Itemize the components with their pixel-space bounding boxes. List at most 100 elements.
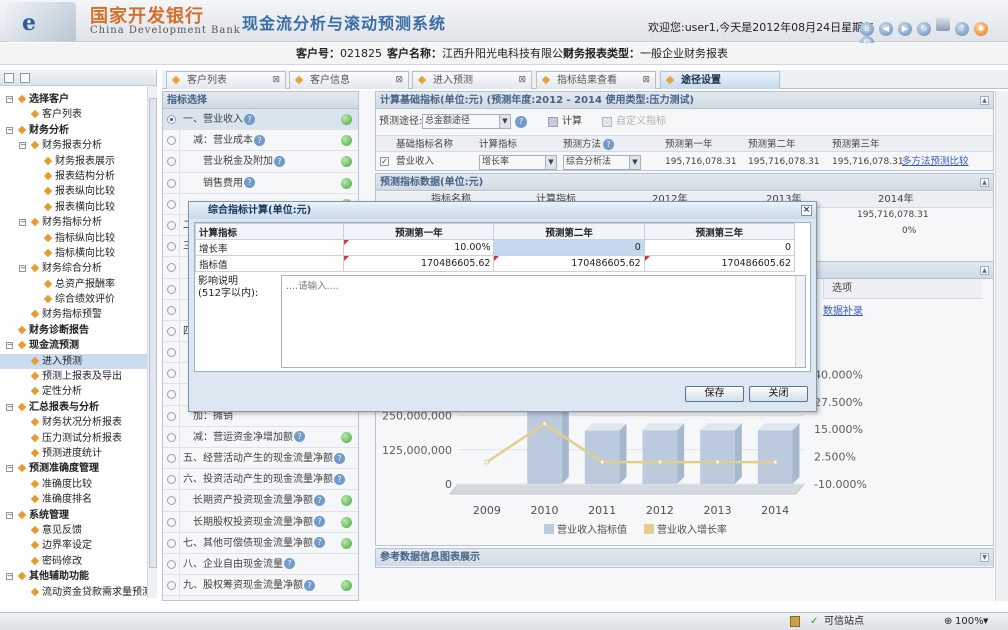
- nav-item-label: 汇总报表与分析: [29, 401, 99, 413]
- nav-item[interactable]: 压力测试分析报表: [0, 431, 156, 446]
- nav-item[interactable]: 预测进度统计: [0, 446, 156, 461]
- nav-item-label: 财务诊断报告: [29, 324, 89, 336]
- nav-item[interactable]: 财务状况分析报表: [0, 415, 156, 430]
- node-icon: [17, 510, 27, 519]
- chevron-down-icon[interactable]: ▼: [983, 613, 988, 630]
- nav-item-label: 进入预测: [42, 355, 82, 367]
- home-icon[interactable]: ⌂: [860, 22, 874, 36]
- tab-3[interactable]: 指标结果查看 ⊠: [536, 71, 656, 89]
- tab-close-icon[interactable]: ⊠: [518, 72, 526, 89]
- node-icon: [30, 387, 40, 396]
- nav-item[interactable]: 报表纵向比较: [0, 184, 156, 199]
- book-icon[interactable]: [936, 17, 950, 31]
- value-y3-cell[interactable]: 170486605.62: [643, 255, 796, 272]
- nav-item[interactable]: 预测上报表及导出: [0, 369, 156, 384]
- impact-note-input[interactable]: [281, 275, 806, 368]
- refresh-icon[interactable]: ↻: [917, 22, 931, 36]
- tab-label: 客户信息: [310, 75, 350, 86]
- node-icon: [43, 248, 53, 258]
- node-icon: [17, 125, 27, 135]
- collapse-toggle-icon[interactable]: −: [19, 219, 26, 227]
- nav-item[interactable]: 指标横向比较: [0, 246, 156, 261]
- tab-1[interactable]: 客户信息 ⊠: [289, 71, 409, 89]
- nav-item[interactable]: 客户列表: [0, 107, 156, 122]
- tab-2[interactable]: 进入预测 ⊠: [412, 71, 532, 89]
- node-icon: [43, 294, 53, 304]
- nav-item[interactable]: 指标纵向比较: [0, 231, 156, 246]
- collapse-toggle-icon[interactable]: −: [19, 265, 26, 273]
- nav-item[interactable]: 意见反馈: [0, 523, 156, 538]
- tab-close-icon[interactable]: ⊠: [395, 72, 403, 89]
- help-icon[interactable]: ?: [955, 22, 969, 36]
- node-icon: [30, 356, 40, 365]
- nav-item[interactable]: 准确度比较: [0, 477, 156, 492]
- nav-item[interactable]: 定性分析: [0, 384, 156, 399]
- nav-item[interactable]: 财务诊断报告: [0, 323, 156, 338]
- collapse-all-icon[interactable]: [4, 73, 14, 83]
- note-label: 影响说明 (512字以内):: [198, 276, 259, 299]
- nav-item-label: 财务报表展示: [55, 155, 115, 167]
- collapse-toggle-icon[interactable]: −: [6, 342, 13, 350]
- nav-item[interactable]: − 选择客户: [0, 92, 156, 107]
- zoom-level[interactable]: 100%: [955, 613, 984, 630]
- growth-y1-cell[interactable]: 10.00%: [343, 239, 495, 256]
- collapse-toggle-icon[interactable]: −: [6, 465, 13, 473]
- nav-tree: − 选择客户 客户列表 − 财务分析 − 财务报表分析财务报表展示 报表结构分析报表纵向比较报…: [0, 86, 156, 600]
- nav-item[interactable]: − 其他辅助功能: [0, 569, 156, 584]
- nav-item[interactable]: 准确度排名: [0, 492, 156, 507]
- bank-logo: e: [6, 2, 76, 42]
- tab-label: 客户列表: [187, 75, 227, 86]
- settings-icon[interactable]: ✱: [974, 22, 988, 36]
- node-icon: [30, 556, 40, 565]
- nav-item[interactable]: − 系统管理: [0, 508, 156, 523]
- tab-4[interactable]: 途径设置: [660, 71, 780, 89]
- nav-item[interactable]: 财务报表展示: [0, 154, 156, 169]
- tab-icon: [665, 75, 675, 85]
- nav-item[interactable]: 进入预测: [0, 353, 156, 370]
- tab-close-icon[interactable]: ⊠: [642, 72, 650, 89]
- nav-item[interactable]: 密码修改: [0, 554, 156, 569]
- growth-y3-cell[interactable]: 0: [643, 239, 796, 256]
- forward-icon[interactable]: ▶: [898, 22, 912, 36]
- collapse-toggle-icon[interactable]: −: [6, 96, 13, 103]
- nav-item[interactable]: − 财务分析: [0, 123, 156, 138]
- nav-item-label: 报表横向比较: [55, 201, 115, 213]
- sidebar-scrollbar[interactable]: [147, 86, 157, 598]
- collapse-toggle-icon[interactable]: −: [19, 142, 26, 150]
- nav-item[interactable]: 总资产报酬率: [0, 277, 156, 292]
- nav-item[interactable]: − 财务报表分析: [0, 138, 156, 153]
- expand-all-icon[interactable]: [20, 73, 30, 83]
- value-y2-cell[interactable]: 170486605.62: [493, 255, 645, 272]
- collapse-toggle-icon[interactable]: −: [6, 126, 13, 134]
- nav-item[interactable]: 财务指标预警: [0, 307, 156, 322]
- nav-item[interactable]: − 财务指标分析: [0, 215, 156, 230]
- close-button[interactable]: 关闭: [749, 386, 808, 402]
- note-scrollbar[interactable]: [795, 276, 805, 367]
- value-y1-cell[interactable]: 170486605.62: [343, 255, 495, 272]
- tab-close-icon[interactable]: ⊠: [272, 72, 280, 89]
- nav-item[interactable]: 综合绩效评价: [0, 292, 156, 307]
- tab-0[interactable]: 客户列表 ⊠: [166, 71, 286, 89]
- collapse-toggle-icon[interactable]: −: [6, 511, 13, 519]
- node-icon: [43, 171, 53, 181]
- nav-item[interactable]: − 财务综合分析: [0, 261, 156, 276]
- nav-item[interactable]: 报表结构分析: [0, 169, 156, 184]
- growth-y2-cell[interactable]: 0: [493, 239, 645, 256]
- main-scrollbar[interactable]: [995, 91, 1008, 601]
- nav-item-label: 报表结构分析: [55, 170, 115, 182]
- nav-item[interactable]: 边界率设定: [0, 538, 156, 553]
- close-icon[interactable]: ×: [801, 205, 812, 216]
- save-button[interactable]: 保存: [685, 386, 744, 402]
- nav-item-label: 预测上报表及导出: [42, 371, 122, 383]
- back-icon[interactable]: ◀: [879, 22, 893, 36]
- nav-item[interactable]: 报表横向比较: [0, 200, 156, 215]
- nav-item[interactable]: − 汇总报表与分析: [0, 400, 156, 415]
- nav-item[interactable]: 流动资金贷款需求量预测: [0, 585, 156, 600]
- nav-item[interactable]: − 现金流预测: [0, 338, 156, 353]
- collapse-toggle-icon[interactable]: −: [6, 573, 13, 581]
- nav-item[interactable]: − 预测准确度管理: [0, 461, 156, 476]
- node-icon: [30, 110, 40, 119]
- collapse-toggle-icon[interactable]: −: [6, 403, 13, 411]
- tab-bar: 客户列表 ⊠ 客户信息 ⊠ 进入预测 ⊠ 指标结果查看 ⊠ 途径设置: [162, 70, 1008, 89]
- customer-name: 客户名称：江西升阳光电科技有限公司: [387, 47, 574, 60]
